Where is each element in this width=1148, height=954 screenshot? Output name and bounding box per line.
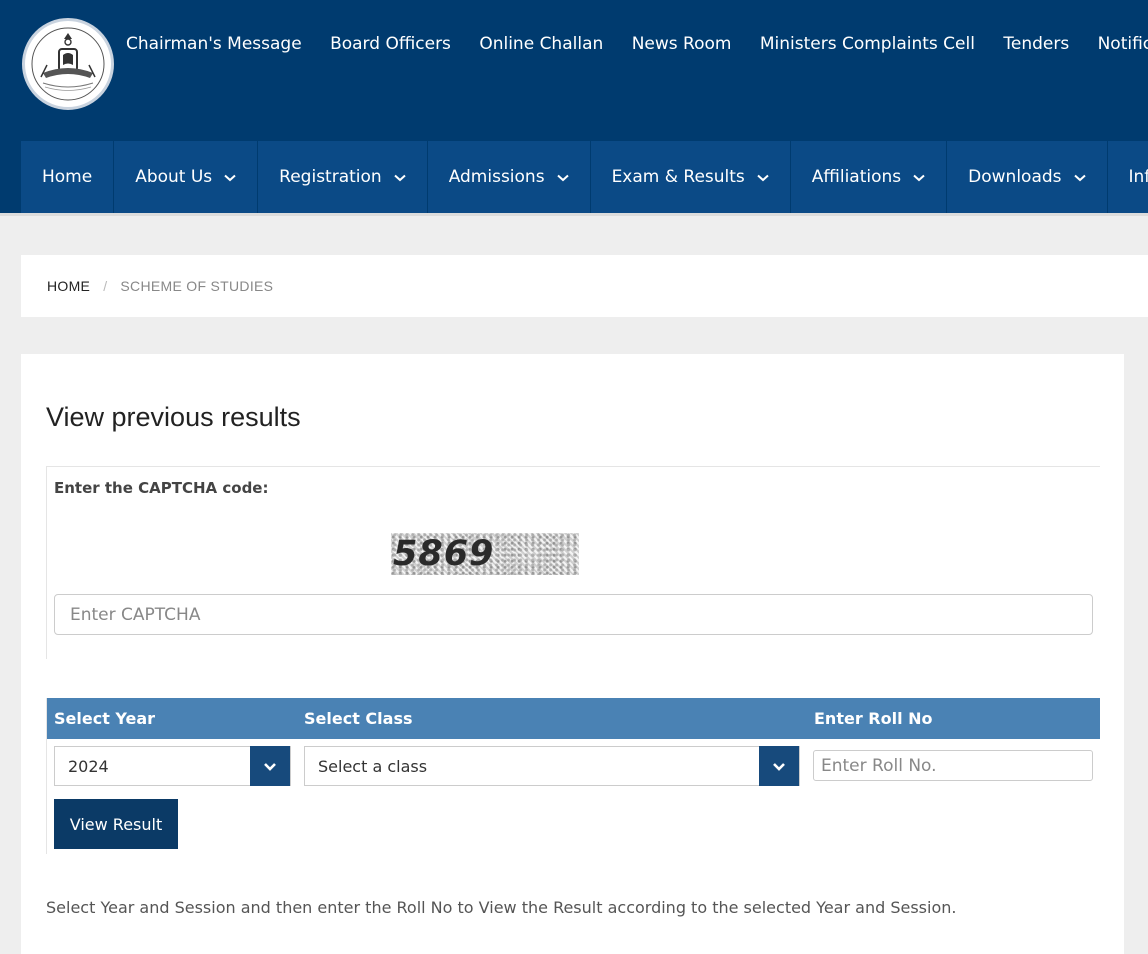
captcha-label: Enter the CAPTCHA code: [54,479,269,497]
chevron-down-icon [394,167,406,187]
top-link-chairmans-message[interactable]: Chairman's Message [126,34,302,54]
year-select[interactable]: 2024 [54,746,291,786]
captcha-input[interactable] [54,594,1093,635]
top-link-ministers-complaints-cell[interactable]: Ministers Complaints Cell [760,34,975,54]
header-select-year: Select Year [54,709,156,728]
chevron-down-icon [757,167,769,187]
nav-item-label: Downloads [968,167,1062,187]
nav-item-about-us[interactable]: About Us [114,141,259,213]
nav-item-label: Registration [279,167,382,187]
board-seal-icon [31,27,105,101]
view-result-button[interactable]: View Result [54,799,178,849]
nav-item-label: Info De [1128,167,1148,187]
chevron-down-icon[interactable] [250,746,290,786]
nav-item-admissions[interactable]: Admissions [427,141,591,213]
form-header-row: Select Year Select Class Enter Roll No [47,698,1100,739]
top-link-board-officers[interactable]: Board Officers [330,34,451,54]
captcha-image: 5869 [391,533,579,575]
nav-item-home[interactable]: Home [21,141,115,213]
instructions-text: Select Year and Session and then enter t… [46,898,957,917]
chevron-down-icon [556,167,569,187]
header-select-class: Select Class [304,709,413,728]
top-header: Chairman's Message Board Officers Online… [0,0,1148,141]
board-logo[interactable] [22,18,114,110]
breadcrumb-home[interactable]: HOME [47,278,90,294]
nav-item-affiliations[interactable]: Affiliations [790,141,948,213]
chevron-down-icon[interactable] [759,746,799,786]
nav-item-info-desk[interactable]: Info De [1107,141,1148,213]
year-select-value: 2024 [68,757,109,776]
nav-item-label: Exam & Results [611,167,745,187]
nav-item-label: About Us [135,167,213,187]
header-enter-roll-no: Enter Roll No [814,709,933,728]
class-select-value: Select a class [318,757,428,776]
top-link-notification[interactable]: Notification [1098,34,1148,54]
result-form: Select Year Select Class Enter Roll No 2… [46,698,1100,854]
top-link-tenders[interactable]: Tenders [1003,34,1069,54]
page-title: View previous results [46,402,301,432]
nav-item-label: Home [42,167,93,187]
main-nav: Home About Us Registration Admissions Ex… [0,141,1148,216]
chevron-down-icon [224,167,236,187]
top-link-news-room[interactable]: News Room [632,34,732,54]
captcha-code: 5869 [393,534,495,574]
roll-no-input[interactable] [813,750,1093,781]
breadcrumb: HOME / SCHEME OF STUDIES [21,255,1148,317]
breadcrumb-separator: / [103,278,108,294]
chevron-down-icon [1073,167,1086,187]
class-select[interactable]: Select a class [304,746,800,786]
nav-item-label: Affiliations [811,167,902,187]
top-link-online-challan[interactable]: Online Challan [479,34,603,54]
nav-item-downloads[interactable]: Downloads [947,141,1108,213]
top-links: Chairman's Message Board Officers Online… [126,34,1148,54]
nav-item-registration[interactable]: Registration [258,141,428,213]
nav-item-label: Admissions [448,167,545,187]
breadcrumb-current: SCHEME OF STUDIES [120,278,274,294]
chevron-down-icon [913,167,925,187]
captcha-section: Enter the CAPTCHA code: 5869 [46,466,1100,659]
nav-item-exam-results[interactable]: Exam & Results [590,141,791,213]
content-panel: View previous results Enter the CAPTCHA … [21,354,1124,954]
